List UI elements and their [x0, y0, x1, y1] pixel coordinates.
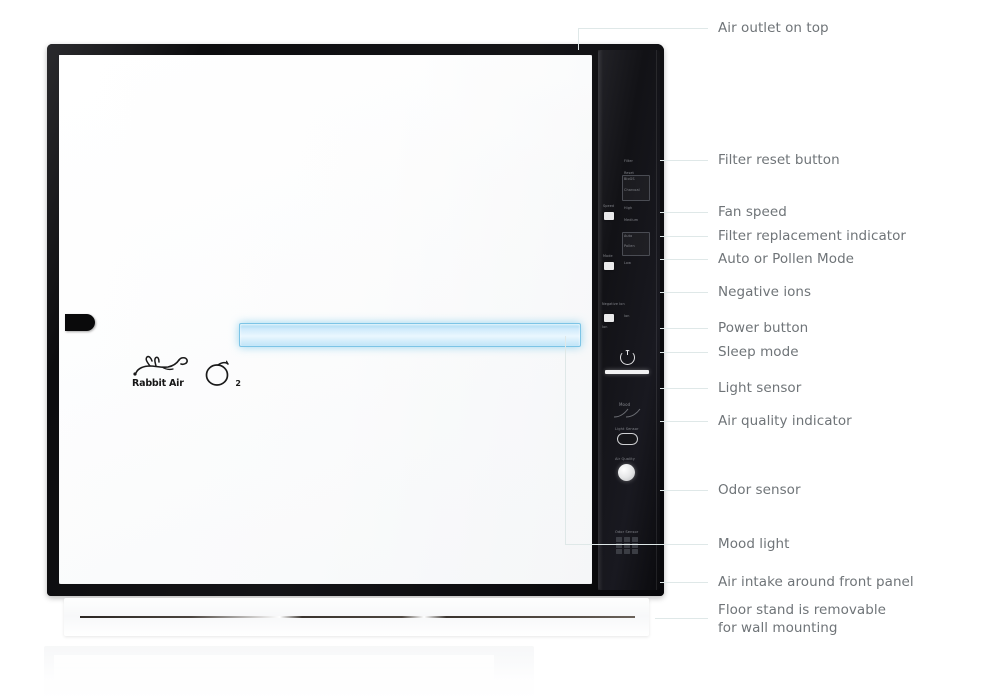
power-icon: [620, 350, 635, 365]
control-panel[interactable]: Filter BioGS Charcoal Speed High Medium …: [598, 50, 660, 590]
callout-negative-ions: Negative ions: [718, 284, 812, 300]
light-sensor: [617, 433, 638, 445]
callout-air-quality: Air quality indicator: [718, 413, 852, 429]
leader-filter-reset: [660, 160, 708, 161]
indicator-medium: Medium: [624, 218, 639, 222]
indicator-ion-state: Ion: [624, 314, 630, 318]
door-handle[interactable]: [65, 314, 95, 331]
callout-filter-reset: Filter reset button: [718, 152, 840, 168]
callout-mood-light: Mood light: [718, 536, 790, 552]
callout-light-sensor: Light sensor: [718, 380, 802, 396]
callout-power-button: Power button: [718, 320, 809, 336]
indicator-filter-reset: Filter: [624, 159, 633, 163]
indicator-mood: Mood: [619, 402, 631, 407]
rabbit-icon: [133, 355, 188, 376]
floor-stand-slot: [80, 616, 635, 618]
callout-floor-stand: Floor stand is removable for wall mounti…: [718, 602, 887, 636]
indicator-air-quality: Air Quality: [615, 457, 636, 461]
leader-power-button: [660, 328, 708, 329]
leader-filter-replacement: [660, 236, 708, 237]
leader-air-quality: [660, 421, 708, 422]
mood-light-bar: [239, 323, 581, 347]
air-quality-indicator: [618, 464, 635, 481]
callout-air-outlet: Air outlet on top: [718, 20, 829, 36]
indicator-odor-sensor: Odor Sensor: [615, 530, 639, 534]
leader-light-sensor: [660, 388, 708, 389]
indicator-auto: Auto: [624, 234, 633, 238]
floor-stand: [64, 598, 649, 636]
odor-sensor: [616, 537, 638, 554]
front-panel[interactable]: Rabbit Air 2: [59, 55, 592, 584]
indicator-high: High: [624, 206, 633, 210]
negative-ion-button[interactable]: [604, 314, 614, 322]
mode-button[interactable]: [604, 262, 614, 270]
indicator-ion: Ion: [602, 325, 608, 329]
indicator-negative-ion: Negative Ion: [602, 302, 625, 306]
indicator-reset: Reset: [624, 171, 634, 175]
rabbit-air-logo: Rabbit Air: [132, 355, 194, 389]
o2-mark: 2: [204, 358, 241, 388]
leader-floor-stand: [655, 618, 708, 619]
callout-air-intake: Air intake around front panel: [718, 574, 914, 590]
leader-air-outlet: [578, 28, 708, 29]
o2-subscript: 2: [235, 379, 241, 388]
surface-reflection: [44, 646, 534, 700]
o2-circle-icon: [205, 360, 229, 386]
leader-air-intake: [660, 582, 708, 583]
leader-mood-light: [565, 544, 708, 545]
callout-auto-pollen: Auto or Pollen Mode: [718, 251, 855, 267]
leader-fan-speed: [660, 212, 708, 213]
sleep-mode-icon[interactable]: [613, 408, 641, 418]
product-diagram: Rabbit Air 2 Filter BioGS Charcoal Speed…: [0, 0, 1000, 700]
fan-speed-button[interactable]: [604, 212, 614, 220]
brand-wordmark: Rabbit Air: [132, 378, 184, 389]
leader-mood-light-vertical: [565, 336, 566, 544]
callout-filter-replacement: Filter replacement indicator: [718, 228, 907, 244]
power-button[interactable]: [605, 370, 649, 374]
leader-negative-ions: [660, 292, 708, 293]
leader-odor-sensor: [660, 490, 708, 491]
indicator-light-sensor: Light Sensor: [615, 427, 639, 431]
callout-fan-speed: Fan speed: [718, 204, 787, 220]
indicator-speed: Speed: [603, 204, 615, 208]
leader-sleep-mode: [660, 352, 708, 353]
indicator-charcoal: Charcoal: [624, 188, 640, 192]
callout-odor-sensor: Odor sensor: [718, 482, 801, 498]
indicator-pollen: Pollen: [624, 244, 635, 248]
leader-auto-pollen: [660, 259, 708, 260]
panel-sheen: [59, 55, 592, 584]
air-purifier-unit: Rabbit Air 2 Filter BioGS Charcoal Speed…: [47, 44, 664, 596]
callout-sleep-mode: Sleep mode: [718, 344, 799, 360]
indicator-low: Low: [624, 261, 631, 265]
indicator-biogs: BioGS: [624, 177, 635, 181]
leader-air-outlet-vertical: [578, 28, 579, 50]
indicator-mode: Mode: [603, 254, 613, 258]
control-panel-edge-highlight: [656, 50, 657, 590]
